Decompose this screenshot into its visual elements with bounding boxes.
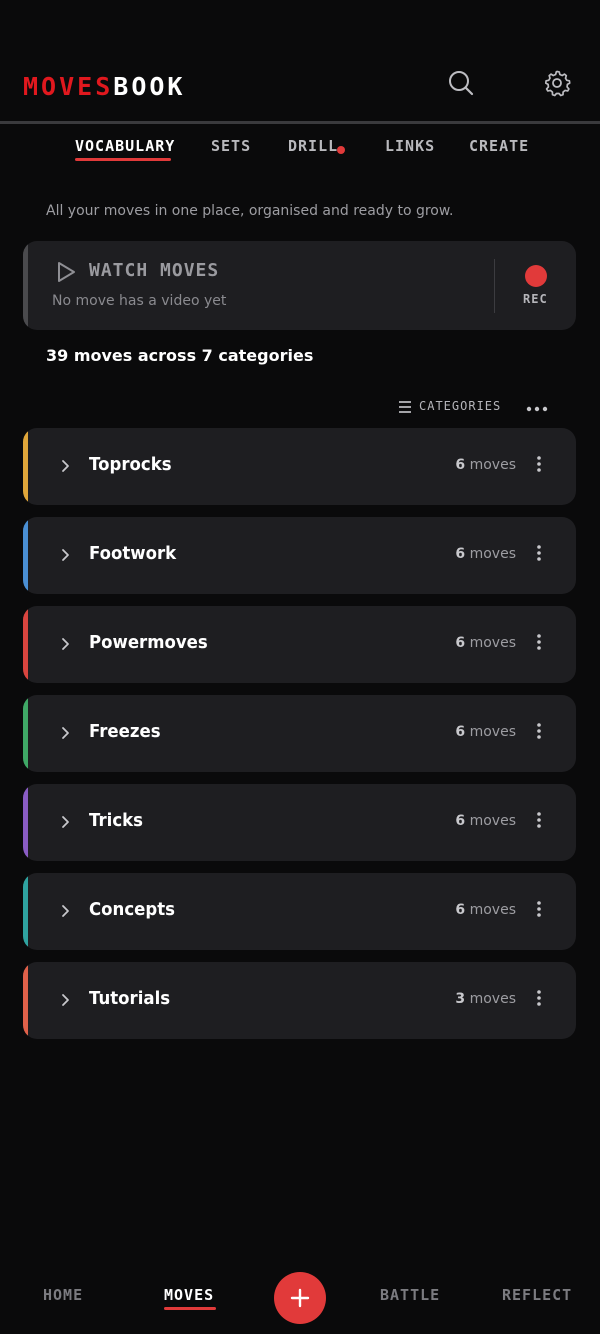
category-color-bar bbox=[23, 695, 28, 772]
moves-summary: 39 moves across 7 categories bbox=[46, 346, 314, 365]
category-count-unit: moves bbox=[469, 457, 516, 473]
chevron-right-icon[interactable] bbox=[57, 992, 73, 1008]
chevron-right-icon[interactable] bbox=[57, 814, 73, 830]
logo-book: BOOK bbox=[113, 72, 186, 101]
play-icon bbox=[54, 260, 78, 284]
more-vertical-icon[interactable] bbox=[536, 988, 542, 1008]
top-tabs: VOCABULARY SETS DRILL LINKS CREATE bbox=[0, 125, 600, 175]
category-color-bar bbox=[23, 606, 28, 683]
category-name: Toprocks bbox=[89, 454, 172, 475]
category-count-number: 6 bbox=[455, 813, 466, 829]
tab-sets[interactable]: SETS bbox=[211, 137, 251, 155]
chevron-right-icon[interactable] bbox=[57, 636, 73, 652]
active-tab-indicator bbox=[75, 158, 171, 161]
category-color-bar bbox=[23, 428, 28, 505]
chevron-right-icon[interactable] bbox=[57, 547, 73, 563]
category-count-unit: moves bbox=[469, 546, 516, 562]
record-label[interactable]: REC bbox=[523, 292, 548, 306]
chevron-right-icon[interactable] bbox=[57, 725, 73, 741]
active-nav-indicator bbox=[164, 1307, 216, 1310]
category-card[interactable]: Concepts 6 moves bbox=[23, 873, 576, 950]
tab-drill[interactable]: DRILL bbox=[288, 137, 338, 155]
category-count-unit: moves bbox=[469, 635, 516, 651]
category-count-unit: moves bbox=[469, 902, 516, 918]
category-count-number: 6 bbox=[455, 457, 466, 473]
more-vertical-icon[interactable] bbox=[536, 810, 542, 830]
category-count-unit: moves bbox=[469, 813, 516, 829]
app-logo: MOVESBOOK bbox=[23, 72, 185, 102]
nav-moves[interactable]: MOVES bbox=[164, 1286, 214, 1304]
drill-notification-dot bbox=[337, 146, 345, 154]
chevron-right-icon[interactable] bbox=[57, 903, 73, 919]
watch-moves-card[interactable]: WATCH MOVES No move has a video yet REC bbox=[23, 241, 576, 330]
category-name: Footwork bbox=[89, 543, 177, 564]
category-count-unit: moves bbox=[469, 991, 516, 1007]
list-icon[interactable] bbox=[398, 399, 412, 415]
category-color-bar bbox=[23, 873, 28, 950]
category-count: 6 moves bbox=[455, 724, 516, 740]
category-card[interactable]: Freezes 6 moves bbox=[23, 695, 576, 772]
category-card[interactable]: Toprocks 6 moves bbox=[23, 428, 576, 505]
chevron-right-icon[interactable] bbox=[57, 458, 73, 474]
category-name: Powermoves bbox=[89, 632, 208, 653]
category-color-bar bbox=[23, 962, 28, 1039]
watch-divider bbox=[494, 259, 495, 313]
nav-reflect[interactable]: REFLECT bbox=[502, 1286, 572, 1304]
category-count-number: 6 bbox=[455, 724, 466, 740]
search-icon[interactable] bbox=[446, 68, 476, 98]
categories-toggle[interactable]: CATEGORIES bbox=[419, 399, 501, 413]
category-count: 6 moves bbox=[455, 635, 516, 651]
more-vertical-icon[interactable] bbox=[536, 721, 542, 741]
category-card[interactable]: Tutorials 3 moves bbox=[23, 962, 576, 1039]
plus-icon bbox=[290, 1288, 310, 1308]
category-card[interactable]: Tricks 6 moves bbox=[23, 784, 576, 861]
page-tagline: All your moves in one place, organised a… bbox=[46, 203, 454, 219]
gear-icon[interactable] bbox=[542, 68, 572, 98]
category-count-number: 3 bbox=[455, 991, 466, 1007]
category-card[interactable]: Powermoves 6 moves bbox=[23, 606, 576, 683]
category-count-number: 6 bbox=[455, 902, 466, 918]
category-color-bar bbox=[23, 517, 28, 594]
category-count: 6 moves bbox=[455, 457, 516, 473]
more-vertical-icon[interactable] bbox=[536, 899, 542, 919]
tab-links[interactable]: LINKS bbox=[385, 137, 435, 155]
app-header: MOVESBOOK bbox=[0, 0, 600, 124]
category-count: 6 moves bbox=[455, 902, 516, 918]
category-name: Tricks bbox=[89, 810, 144, 831]
nav-home[interactable]: HOME bbox=[43, 1286, 83, 1304]
watch-card-accent bbox=[23, 241, 28, 330]
more-vertical-icon[interactable] bbox=[536, 454, 542, 474]
watch-moves-title: WATCH MOVES bbox=[89, 260, 220, 281]
category-count-number: 6 bbox=[455, 635, 466, 651]
category-count: 3 moves bbox=[455, 991, 516, 1007]
category-name: Tutorials bbox=[89, 988, 171, 1009]
category-count-unit: moves bbox=[469, 724, 516, 740]
category-card[interactable]: Footwork 6 moves bbox=[23, 517, 576, 594]
watch-moves-subtitle: No move has a video yet bbox=[52, 293, 227, 309]
more-vertical-icon[interactable] bbox=[536, 543, 542, 563]
more-horizontal-icon[interactable] bbox=[526, 400, 548, 412]
category-name: Freezes bbox=[89, 721, 161, 742]
record-icon[interactable] bbox=[525, 265, 547, 287]
category-count: 6 moves bbox=[455, 813, 516, 829]
tab-create[interactable]: CREATE bbox=[469, 137, 529, 155]
category-name: Concepts bbox=[89, 899, 176, 920]
more-vertical-icon[interactable] bbox=[536, 632, 542, 652]
tab-vocabulary[interactable]: VOCABULARY bbox=[75, 137, 175, 155]
category-count: 6 moves bbox=[455, 546, 516, 562]
add-button[interactable] bbox=[274, 1272, 326, 1324]
category-color-bar bbox=[23, 784, 28, 861]
nav-battle[interactable]: BATTLE bbox=[380, 1286, 440, 1304]
logo-moves: MOVES bbox=[23, 72, 114, 101]
category-count-number: 6 bbox=[455, 546, 466, 562]
